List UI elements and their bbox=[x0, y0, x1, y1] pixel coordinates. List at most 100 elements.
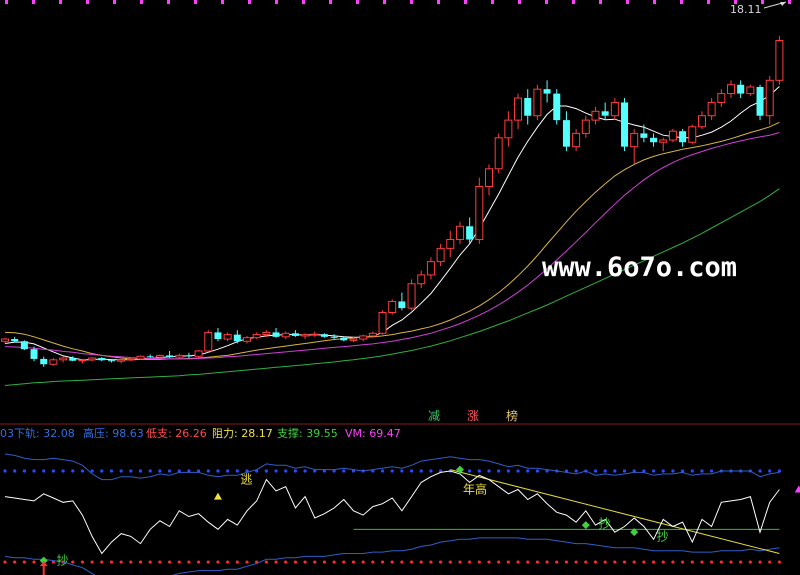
indicator-value: 下轨: 32.08 bbox=[14, 426, 75, 440]
candle-body bbox=[504, 119, 513, 139]
low-dot bbox=[80, 560, 85, 564]
candle bbox=[756, 84, 764, 121]
candle-body bbox=[98, 358, 106, 361]
low-dot bbox=[226, 560, 230, 564]
candle-body bbox=[591, 110, 600, 121]
low-dot bbox=[555, 560, 559, 564]
candle-body bbox=[252, 334, 261, 339]
candle-body bbox=[301, 334, 310, 337]
high-dot bbox=[22, 469, 26, 473]
low-dot bbox=[710, 560, 714, 564]
low-dot bbox=[119, 560, 123, 564]
top-tick bbox=[275, 0, 278, 4]
candle-body bbox=[610, 101, 619, 117]
candle-body bbox=[697, 115, 706, 128]
candle-body bbox=[668, 130, 677, 141]
top-tick bbox=[383, 0, 386, 4]
high-dot bbox=[167, 469, 172, 473]
top-tick bbox=[707, 0, 710, 4]
badge: 榜 bbox=[506, 408, 518, 423]
candle-body bbox=[455, 225, 464, 241]
candle-body bbox=[553, 93, 561, 121]
high-dot bbox=[148, 469, 152, 473]
signal-label: 逃 bbox=[240, 473, 252, 487]
indicator-value: 阻力: 28.17 bbox=[212, 427, 273, 440]
high-dot bbox=[61, 469, 65, 473]
candle-body bbox=[621, 102, 629, 147]
background bbox=[0, 0, 800, 575]
low-dot bbox=[342, 560, 346, 564]
low-dot bbox=[400, 560, 404, 564]
candle-body bbox=[107, 360, 115, 362]
candle bbox=[136, 355, 145, 360]
stock-chart: 18.11 www.6o7o.com 减 涨 榜 03 下轨: 32.08 高压: 98… bbox=[0, 0, 800, 575]
candle-body bbox=[146, 356, 154, 358]
candle-body bbox=[601, 111, 609, 116]
candle-body bbox=[485, 168, 493, 187]
high-dot bbox=[429, 469, 433, 473]
candle-body bbox=[175, 354, 184, 358]
low-dot bbox=[468, 560, 472, 564]
low-dot bbox=[371, 560, 375, 564]
top-tick bbox=[626, 0, 629, 4]
candle-body bbox=[243, 337, 251, 342]
low-dot bbox=[564, 560, 569, 564]
candle-body bbox=[204, 331, 213, 352]
low-dot bbox=[739, 560, 743, 564]
candle-body bbox=[650, 137, 658, 143]
low-dot bbox=[187, 560, 191, 564]
low-dot bbox=[109, 560, 114, 564]
high-dot bbox=[390, 469, 394, 473]
candle-body bbox=[398, 301, 406, 309]
high-dot bbox=[593, 469, 598, 473]
top-tick bbox=[194, 0, 197, 4]
candle bbox=[621, 98, 629, 152]
low-dot bbox=[158, 560, 162, 564]
candle-body bbox=[388, 300, 397, 314]
candle bbox=[494, 133, 503, 174]
candle-body bbox=[310, 333, 319, 336]
low-dot bbox=[284, 560, 288, 564]
candle-body bbox=[426, 261, 435, 276]
candle bbox=[533, 84, 542, 121]
high-dot bbox=[274, 469, 278, 473]
candle-body bbox=[320, 334, 328, 337]
low-dot bbox=[671, 560, 675, 564]
top-tick bbox=[248, 0, 251, 4]
low-dot bbox=[448, 560, 452, 564]
top-tick bbox=[653, 0, 656, 4]
candle-body bbox=[417, 274, 426, 285]
low-dot bbox=[32, 560, 36, 564]
price-label: 18.11 bbox=[730, 3, 762, 16]
high-dot bbox=[487, 469, 491, 473]
candle-body bbox=[466, 226, 474, 240]
high-dot bbox=[138, 469, 143, 473]
candle-body bbox=[20, 341, 28, 350]
low-dot bbox=[71, 560, 75, 564]
candle-body bbox=[727, 84, 735, 95]
top-tick bbox=[599, 0, 602, 4]
low-dot bbox=[129, 560, 133, 564]
candle-body bbox=[775, 40, 784, 81]
high-dot bbox=[516, 469, 520, 473]
candle-body bbox=[88, 357, 97, 361]
candle-body bbox=[562, 120, 570, 147]
watermark: www.6o7o.com bbox=[542, 252, 737, 283]
high-dot bbox=[535, 469, 540, 473]
low-dot bbox=[477, 560, 481, 564]
candle-body bbox=[378, 312, 387, 334]
candle-body bbox=[446, 239, 455, 249]
low-dot bbox=[303, 560, 307, 564]
high-dot bbox=[400, 469, 404, 473]
candle-body bbox=[1, 338, 9, 342]
high-dot bbox=[90, 469, 94, 473]
high-dot bbox=[671, 469, 675, 473]
low-dot bbox=[622, 560, 627, 564]
candle bbox=[204, 330, 213, 353]
top-tick bbox=[491, 0, 494, 4]
low-dot bbox=[758, 560, 762, 564]
top-tick bbox=[545, 0, 548, 4]
low-dot bbox=[651, 560, 656, 564]
candle-body bbox=[11, 339, 19, 342]
indicator-value: 03 bbox=[0, 427, 14, 440]
